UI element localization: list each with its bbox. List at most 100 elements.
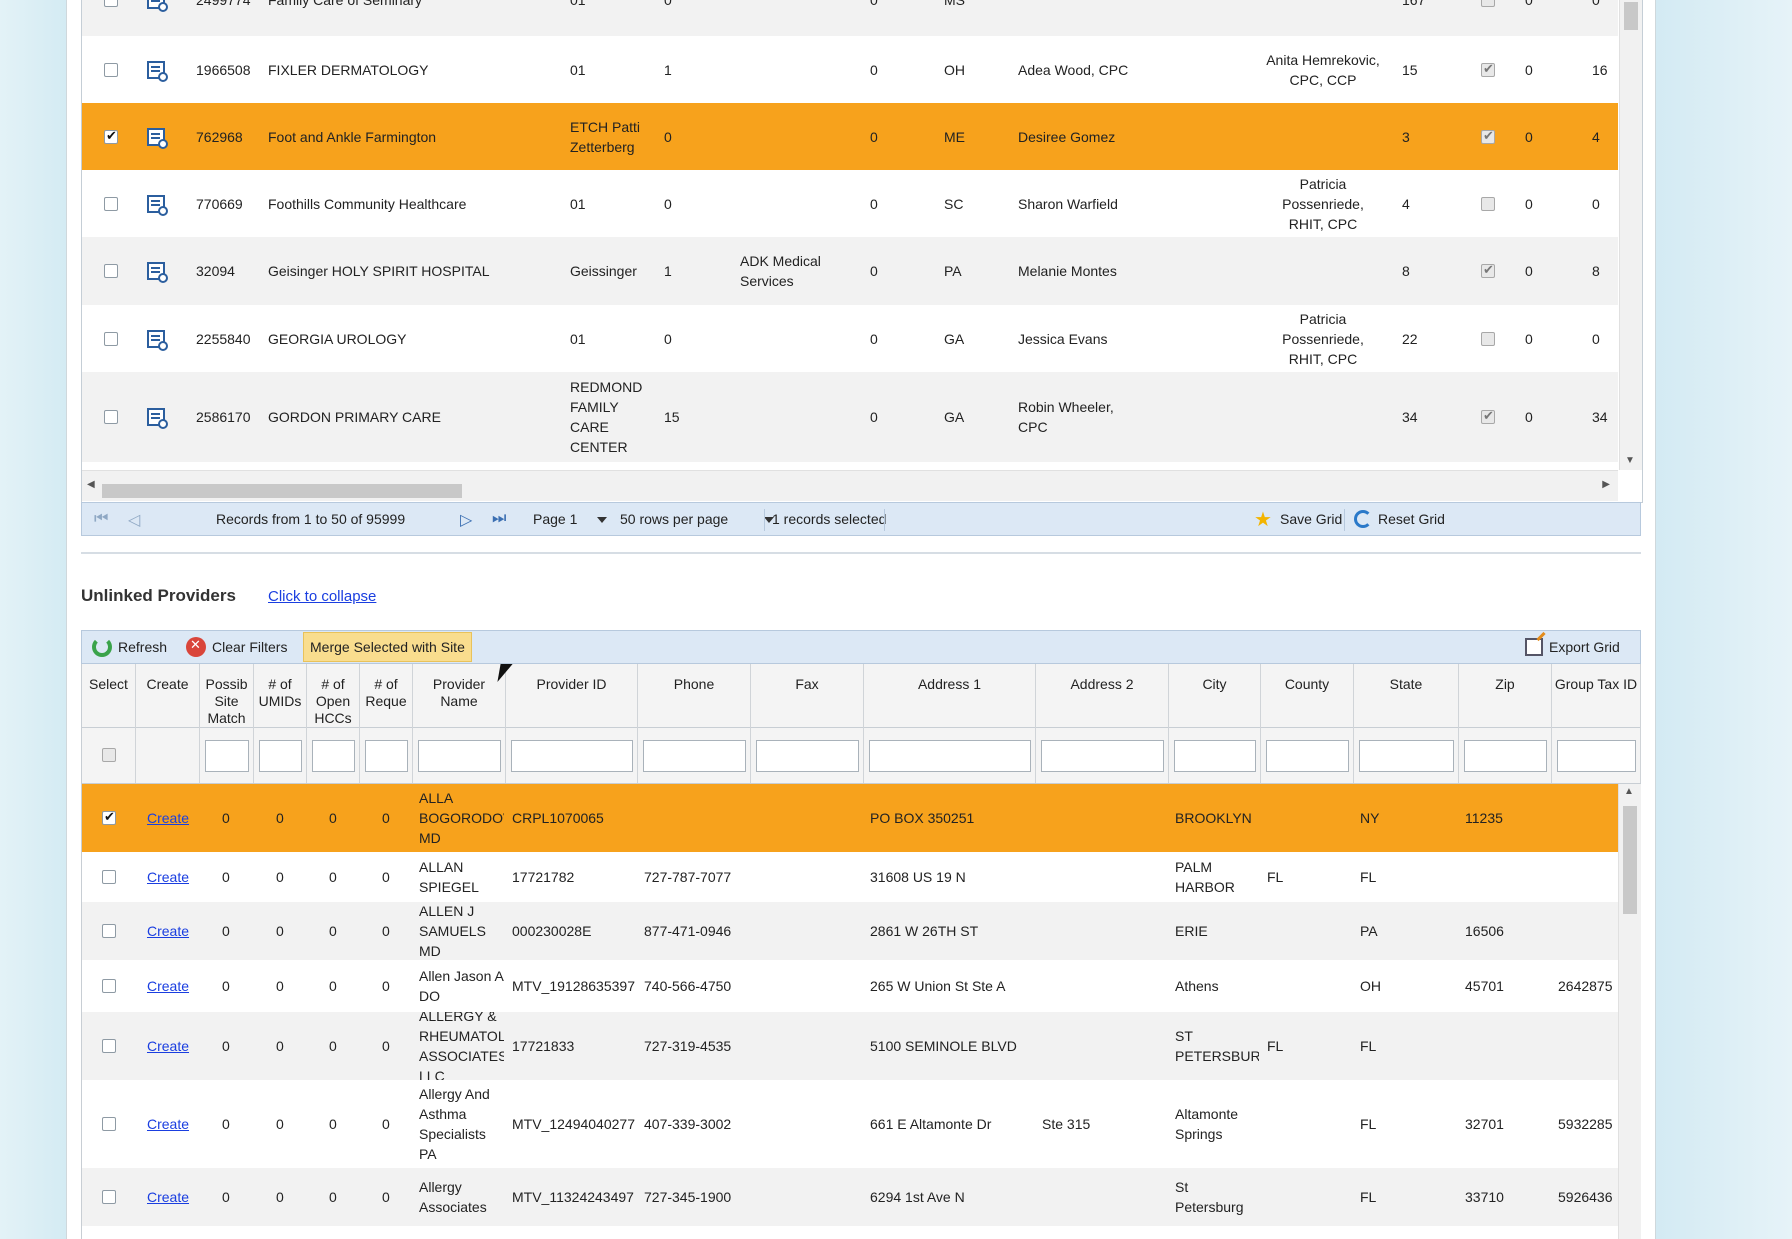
select-cell[interactable] [96,0,126,36]
select-cell[interactable] [96,372,126,462]
column-header[interactable]: Possib Site Match [200,664,254,728]
row-select-checkbox[interactable] [104,410,118,424]
row-select-checkbox[interactable] [104,0,118,7]
column-header[interactable]: Create [136,664,200,728]
filter-input-possib[interactable] [205,740,249,772]
row-select-checkbox[interactable] [104,62,118,77]
column-header[interactable]: State [1354,664,1459,728]
column-header[interactable]: Select [82,664,136,728]
view-details-icon[interactable] [147,0,168,12]
view-details-icon[interactable] [147,60,168,82]
filter-input-provider-id[interactable] [511,740,633,772]
create-link[interactable]: Create [147,976,189,996]
column-header[interactable]: # of Open HCCs [307,664,360,728]
column-header[interactable]: Fax [751,664,864,728]
filter-input-city[interactable] [1174,740,1256,772]
view-cell[interactable] [144,0,168,36]
row-select-checkbox[interactable] [102,808,116,828]
table-row[interactable]: 2586170 GORDON PRIMARY CARE REDMOND FAMILY… [82,372,1618,462]
merge-selected-button[interactable]: Merge Selected with Site [303,632,472,662]
table-row[interactable]: Create 0 0 0 0 ALLAN SPIEGEL 17721782 727-787-7… [82,852,1618,902]
table-row[interactable]: Create 0 0 0 0 ALLA BOGORODOV MD CRPL1070065 PO… [82,784,1618,852]
first-page-icon[interactable]: ⏮ [94,510,108,528]
select-cell[interactable] [82,1080,136,1168]
select-cell[interactable] [96,103,126,170]
column-header[interactable]: Group Tax ID [1552,664,1641,728]
row-select-checkbox[interactable] [102,1117,116,1131]
filter-input-reqs[interactable] [365,740,408,772]
last-page-icon[interactable]: ⏭ [492,510,506,528]
filter-input-fax[interactable] [756,740,859,772]
filter-input-zip[interactable] [1464,740,1547,772]
view-details-icon[interactable] [147,329,168,351]
select-cell[interactable] [96,305,126,372]
rows-per-page-select[interactable]: 50 rows per page [620,511,775,527]
table-row[interactable]: Create 0 0 0 0 ALLEN J SAMUELS MD 000230028E 87… [82,902,1618,960]
column-header[interactable]: Address 2 [1036,664,1169,728]
select-cell[interactable] [82,960,136,1012]
providers-grid-vertical-scrollbar[interactable]: ▲ [1618,784,1641,1239]
table-row[interactable]: 2499774 Family Care of Seminary 01 0 0 MS 167 0… [82,0,1618,36]
table-row[interactable]: 1966508 FIXLER DERMATOLOGY 01 1 0 OH Adea Wood… [82,36,1618,103]
prev-page-icon[interactable]: ◁ [128,510,140,530]
select-cell[interactable] [82,784,136,852]
create-link[interactable]: Create [147,808,189,828]
reset-icon[interactable] [1354,510,1372,528]
row-select-checkbox[interactable] [102,979,116,993]
column-header[interactable]: Zip [1459,664,1552,728]
filter-input-phone[interactable] [643,740,746,772]
view-cell[interactable] [144,372,168,462]
select-cell[interactable] [96,36,126,103]
table-row[interactable]: 762968 Foot and Ankle Farmington ETCH Patt… [82,103,1618,170]
table-row[interactable]: 2255840 GEORGIA UROLOGY 01 0 0 GA Jessica Evan… [82,305,1618,372]
filter-input-county[interactable] [1266,740,1349,772]
column-header[interactable]: Phone [638,664,751,728]
view-cell[interactable] [144,36,168,103]
filter-input-umids[interactable] [259,740,302,772]
filter-input-address2[interactable] [1041,740,1164,772]
row-select-checkbox[interactable] [102,1039,116,1053]
select-cell[interactable] [96,170,126,237]
view-details-icon[interactable] [147,262,168,283]
star-icon[interactable]: ★ [1254,507,1272,532]
table-row[interactable]: Create 0 0 0 0 ALLERGY & RHEUMATOLOGY ASSOCIA… [82,1012,1618,1080]
view-cell[interactable] [144,237,168,305]
next-page-icon[interactable]: ▷ [460,510,472,530]
save-grid-button[interactable]: Save Grid [1280,511,1342,527]
column-header[interactable]: County [1261,664,1354,728]
column-header[interactable]: City [1169,664,1261,728]
scroll-right-arrow-icon[interactable]: ▶ [1602,479,1610,490]
row-select-checkbox[interactable] [104,264,118,278]
clear-filters-button[interactable]: Clear Filters [186,631,287,663]
scroll-up-arrow-icon[interactable]: ▲ [1624,786,1634,797]
table-row[interactable]: Create 0 0 0 0 Allergy And Asthma Specialists… [82,1080,1618,1168]
table-row[interactable]: Create 0 0 0 0 Allen Jason A DO MTV_1912863539… [82,960,1618,1012]
table-row[interactable]: 770669 Foothills Community Healthcare 01 0 0… [82,170,1618,237]
view-details-icon[interactable] [147,127,168,149]
column-header[interactable]: Provider Name [413,664,506,728]
scrollbar-thumb[interactable] [102,484,462,498]
select-cell[interactable] [82,1168,136,1226]
export-grid-button[interactable]: Export Grid [1525,631,1620,663]
column-header[interactable]: Provider ID [506,664,638,728]
view-cell[interactable] [144,170,168,237]
column-header[interactable]: # of UMIDs [254,664,307,728]
collapse-link[interactable]: Click to collapse [268,588,376,605]
select-all-checkbox[interactable] [102,748,116,762]
scroll-left-arrow-icon[interactable]: ◀ [87,479,95,490]
filter-input-hccs[interactable] [312,740,355,772]
page-select[interactable]: Page 1 [533,511,608,527]
row-select-checkbox[interactable] [102,870,116,884]
create-link[interactable]: Create [147,867,189,887]
row-select-checkbox[interactable] [104,331,118,346]
view-details-icon[interactable] [147,194,168,216]
row-select-checkbox[interactable] [104,196,118,211]
filter-input-tax-id[interactable] [1557,740,1636,772]
table-row[interactable]: Create 0 0 0 0 Allergy Associates MTV_11324243… [82,1168,1618,1226]
view-cell[interactable] [144,305,168,372]
view-details-icon[interactable] [147,408,168,429]
reset-grid-button[interactable]: Reset Grid [1378,511,1445,527]
filter-input-name[interactable] [418,740,501,772]
row-select-checkbox[interactable] [102,924,116,938]
create-link[interactable]: Create [147,1114,189,1134]
